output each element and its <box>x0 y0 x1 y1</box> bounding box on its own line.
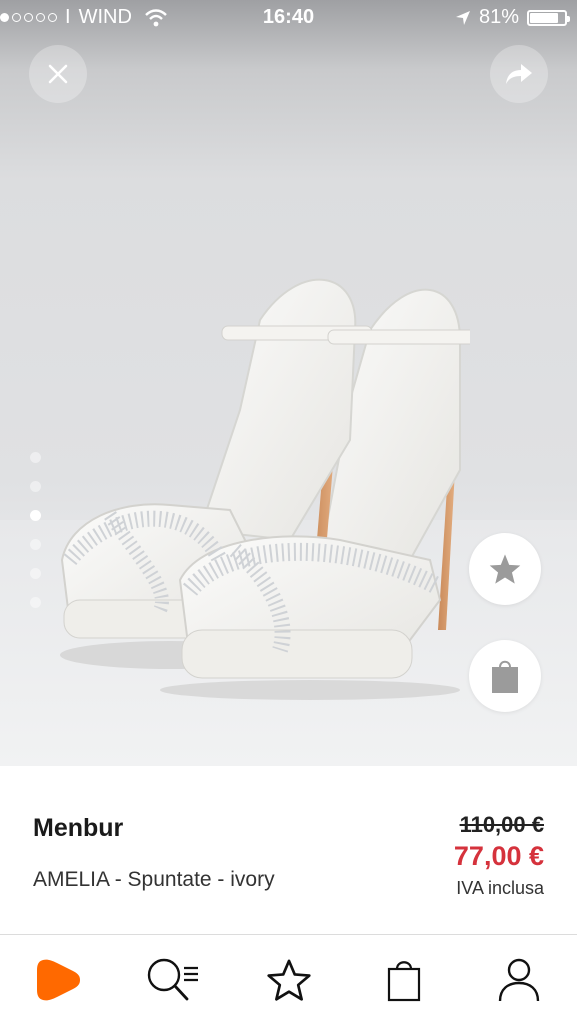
add-to-wishlist-button[interactable] <box>469 533 541 605</box>
original-price: 110,00 € <box>459 812 544 837</box>
share-button[interactable] <box>490 45 548 103</box>
product-image <box>60 278 470 700</box>
share-arrow-icon <box>506 64 532 84</box>
tab-search[interactable] <box>115 935 230 1025</box>
tab-home[interactable] <box>0 935 115 1025</box>
tab-bar <box>0 934 577 1025</box>
sale-price: 77,00 € <box>453 841 544 871</box>
zalando-logo-icon <box>36 959 80 1001</box>
gallery-dot <box>30 481 41 492</box>
tab-wishlist[interactable] <box>231 935 346 1025</box>
gallery-dot <box>30 568 41 579</box>
tab-bag[interactable] <box>346 935 461 1025</box>
vat-note: IVA inclusa <box>456 878 544 898</box>
gallery-dot <box>30 597 41 608</box>
tab-profile[interactable] <box>462 935 577 1025</box>
gallery-dot <box>30 539 41 550</box>
status-bar: I WIND 16:40 81% <box>0 0 577 38</box>
product-name: AMELIA - Spuntate - ivory <box>33 868 275 891</box>
star-icon <box>489 554 521 584</box>
battery-icon <box>527 9 570 26</box>
shopping-bag-icon <box>492 660 518 693</box>
product-gallery[interactable]: I WIND 16:40 81% <box>0 0 577 766</box>
shopping-bag-outline-icon <box>387 961 421 1002</box>
add-to-bag-button[interactable] <box>469 640 541 712</box>
location-arrow-icon <box>455 10 470 25</box>
gallery-dot <box>30 510 41 521</box>
search-list-icon <box>147 958 199 1001</box>
user-icon <box>499 958 540 1002</box>
gallery-dot <box>30 452 41 463</box>
product-info: Menbur AMELIA - Spuntate - ivory 110,00 … <box>0 766 577 934</box>
battery-fill <box>530 12 558 23</box>
close-icon <box>48 64 68 84</box>
close-button[interactable] <box>29 45 87 103</box>
star-outline-icon <box>266 959 311 1001</box>
gallery-page-indicator <box>30 452 42 626</box>
status-right: 81% <box>455 6 570 29</box>
battery-percent: 81% <box>478 6 519 28</box>
brand-name[interactable]: Menbur <box>33 814 123 843</box>
